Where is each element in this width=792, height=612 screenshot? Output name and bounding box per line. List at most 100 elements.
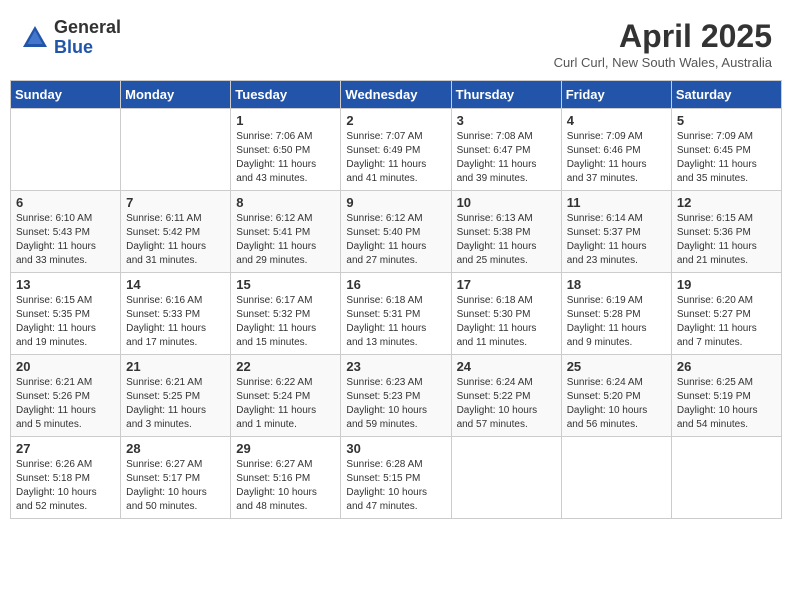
cell-details: Sunrise: 6:22 AMSunset: 5:24 PMDaylight:… (236, 376, 335, 432)
day-number: 21 (126, 359, 225, 374)
day-number: 16 (346, 277, 445, 292)
calendar-cell: 13Sunrise: 6:15 AMSunset: 5:35 PMDayligh… (11, 273, 121, 355)
calendar-cell: 6 Sunrise: 6:10 AMSunset: 5:43 PMDaylight… (11, 191, 121, 273)
day-number: 9 (346, 195, 445, 210)
calendar-cell: 18Sunrise: 6:19 AMSunset: 5:28 PMDayligh… (561, 273, 671, 355)
day-number: 25 (567, 359, 666, 374)
day-number: 22 (236, 359, 335, 374)
calendar-cell (11, 109, 121, 191)
day-number: 1 (236, 113, 335, 128)
calendar-table: SundayMondayTuesdayWednesdayThursdayFrid… (10, 80, 782, 519)
cell-details: Sunrise: 6:28 AMSunset: 5:15 PMDaylight:… (346, 458, 445, 514)
cell-details: Sunrise: 6:20 AMSunset: 5:27 PMDaylight:… (677, 294, 776, 350)
cell-details: Sunrise: 6:11 AMSunset: 5:42 PMDaylight:… (126, 212, 225, 268)
day-number: 30 (346, 441, 445, 456)
logo-text: General Blue (54, 18, 121, 58)
calendar-cell: 11 Sunrise: 6:14 AMSunset: 5:37 PMDayligh… (561, 191, 671, 273)
weekday-header: Tuesday (231, 81, 341, 109)
calendar-week-row: 1 Sunrise: 7:06 AMSunset: 6:50 PMDaylight… (11, 109, 782, 191)
calendar-cell: 15 Sunrise: 6:17 AMSunset: 5:32 PMDayligh… (231, 273, 341, 355)
cell-details: Sunrise: 7:08 AMSunset: 6:47 PMDaylight:… (457, 130, 556, 186)
weekday-header: Monday (121, 81, 231, 109)
day-number: 14 (126, 277, 225, 292)
cell-details: Sunrise: 7:09 AMSunset: 6:46 PMDaylight:… (567, 130, 666, 186)
day-number: 23 (346, 359, 445, 374)
cell-details: Sunrise: 6:17 AMSunset: 5:32 PMDaylight:… (236, 294, 335, 350)
calendar-cell: 17Sunrise: 6:18 AMSunset: 5:30 PMDayligh… (451, 273, 561, 355)
calendar-cell: 8Sunrise: 6:12 AMSunset: 5:41 PMDaylight… (231, 191, 341, 273)
day-number: 7 (126, 195, 225, 210)
cell-details: Sunrise: 6:19 AMSunset: 5:28 PMDaylight:… (567, 294, 666, 350)
calendar-cell: 24 Sunrise: 6:24 AMSunset: 5:22 PMDayligh… (451, 355, 561, 437)
cell-details: Sunrise: 6:15 AMSunset: 5:36 PMDaylight:… (677, 212, 776, 268)
day-number: 10 (457, 195, 556, 210)
logo-blue-label: Blue (54, 38, 121, 58)
day-number: 11 (567, 195, 666, 210)
cell-details: Sunrise: 6:10 AMSunset: 5:43 PMDaylight:… (16, 212, 115, 268)
cell-details: Sunrise: 6:23 AMSunset: 5:23 PMDaylight:… (346, 376, 445, 432)
cell-details: Sunrise: 7:07 AMSunset: 6:49 PMDaylight:… (346, 130, 445, 186)
cell-details: Sunrise: 6:27 AMSunset: 5:16 PMDaylight:… (236, 458, 335, 514)
cell-details: Sunrise: 6:14 AMSunset: 5:37 PMDaylight:… (567, 212, 666, 268)
calendar-cell: 23 Sunrise: 6:23 AMSunset: 5:23 PMDayligh… (341, 355, 451, 437)
day-number: 26 (677, 359, 776, 374)
day-number: 29 (236, 441, 335, 456)
calendar-cell: 9 Sunrise: 6:12 AMSunset: 5:40 PMDaylight… (341, 191, 451, 273)
logo: General Blue (20, 18, 121, 58)
cell-details: Sunrise: 6:24 AMSunset: 5:20 PMDaylight:… (567, 376, 666, 432)
cell-details: Sunrise: 7:06 AMSunset: 6:50 PMDaylight:… (236, 130, 335, 186)
logo-general-label: General (54, 18, 121, 38)
day-number: 19 (677, 277, 776, 292)
month-title: April 2025 (554, 18, 772, 55)
day-number: 8 (236, 195, 335, 210)
calendar-cell: 26 Sunrise: 6:25 AMSunset: 5:19 PMDayligh… (671, 355, 781, 437)
weekday-header: Thursday (451, 81, 561, 109)
day-number: 28 (126, 441, 225, 456)
cell-details: Sunrise: 6:27 AMSunset: 5:17 PMDaylight:… (126, 458, 225, 514)
day-number: 3 (457, 113, 556, 128)
calendar-cell: 12 Sunrise: 6:15 AMSunset: 5:36 PMDayligh… (671, 191, 781, 273)
cell-details: Sunrise: 6:21 AMSunset: 5:26 PMDaylight:… (16, 376, 115, 432)
cell-details: Sunrise: 6:21 AMSunset: 5:25 PMDaylight:… (126, 376, 225, 432)
day-number: 24 (457, 359, 556, 374)
day-number: 20 (16, 359, 115, 374)
calendar-cell: 16Sunrise: 6:18 AMSunset: 5:31 PMDayligh… (341, 273, 451, 355)
day-number: 27 (16, 441, 115, 456)
cell-details: Sunrise: 7:09 AMSunset: 6:45 PMDaylight:… (677, 130, 776, 186)
cell-details: Sunrise: 6:24 AMSunset: 5:22 PMDaylight:… (457, 376, 556, 432)
calendar-cell: 29 Sunrise: 6:27 AMSunset: 5:16 PMDayligh… (231, 437, 341, 519)
cell-details: Sunrise: 6:25 AMSunset: 5:19 PMDaylight:… (677, 376, 776, 432)
day-number: 4 (567, 113, 666, 128)
calendar-cell: 25 Sunrise: 6:24 AMSunset: 5:20 PMDayligh… (561, 355, 671, 437)
calendar-cell: 28 Sunrise: 6:27 AMSunset: 5:17 PMDayligh… (121, 437, 231, 519)
cell-details: Sunrise: 6:12 AMSunset: 5:40 PMDaylight:… (346, 212, 445, 268)
day-number: 5 (677, 113, 776, 128)
calendar-cell: 20 Sunrise: 6:21 AMSunset: 5:26 PMDayligh… (11, 355, 121, 437)
calendar-cell: 2 Sunrise: 7:07 AMSunset: 6:49 PMDaylight… (341, 109, 451, 191)
calendar-cell: 10Sunrise: 6:13 AMSunset: 5:38 PMDayligh… (451, 191, 561, 273)
logo-icon (20, 23, 50, 53)
day-number: 17 (457, 277, 556, 292)
day-number: 15 (236, 277, 335, 292)
day-number: 12 (677, 195, 776, 210)
calendar-week-row: 13Sunrise: 6:15 AMSunset: 5:35 PMDayligh… (11, 273, 782, 355)
calendar-cell: 5 Sunrise: 7:09 AMSunset: 6:45 PMDaylight… (671, 109, 781, 191)
weekday-header: Sunday (11, 81, 121, 109)
calendar-cell: 7 Sunrise: 6:11 AMSunset: 5:42 PMDaylight… (121, 191, 231, 273)
calendar-cell: 14 Sunrise: 6:16 AMSunset: 5:33 PMDayligh… (121, 273, 231, 355)
calendar-cell: 30 Sunrise: 6:28 AMSunset: 5:15 PMDayligh… (341, 437, 451, 519)
cell-details: Sunrise: 6:26 AMSunset: 5:18 PMDaylight:… (16, 458, 115, 514)
calendar-cell: 22 Sunrise: 6:22 AMSunset: 5:24 PMDayligh… (231, 355, 341, 437)
calendar-cell: 3 Sunrise: 7:08 AMSunset: 6:47 PMDaylight… (451, 109, 561, 191)
weekday-header: Wednesday (341, 81, 451, 109)
day-number: 2 (346, 113, 445, 128)
calendar-header-row: SundayMondayTuesdayWednesdayThursdayFrid… (11, 81, 782, 109)
calendar-cell (121, 109, 231, 191)
location-subtitle: Curl Curl, New South Wales, Australia (554, 55, 772, 70)
day-number: 6 (16, 195, 115, 210)
cell-details: Sunrise: 6:16 AMSunset: 5:33 PMDaylight:… (126, 294, 225, 350)
calendar-cell: 21 Sunrise: 6:21 AMSunset: 5:25 PMDayligh… (121, 355, 231, 437)
calendar-cell: 1 Sunrise: 7:06 AMSunset: 6:50 PMDaylight… (231, 109, 341, 191)
calendar-cell (671, 437, 781, 519)
calendar-cell: 4 Sunrise: 7:09 AMSunset: 6:46 PMDaylight… (561, 109, 671, 191)
